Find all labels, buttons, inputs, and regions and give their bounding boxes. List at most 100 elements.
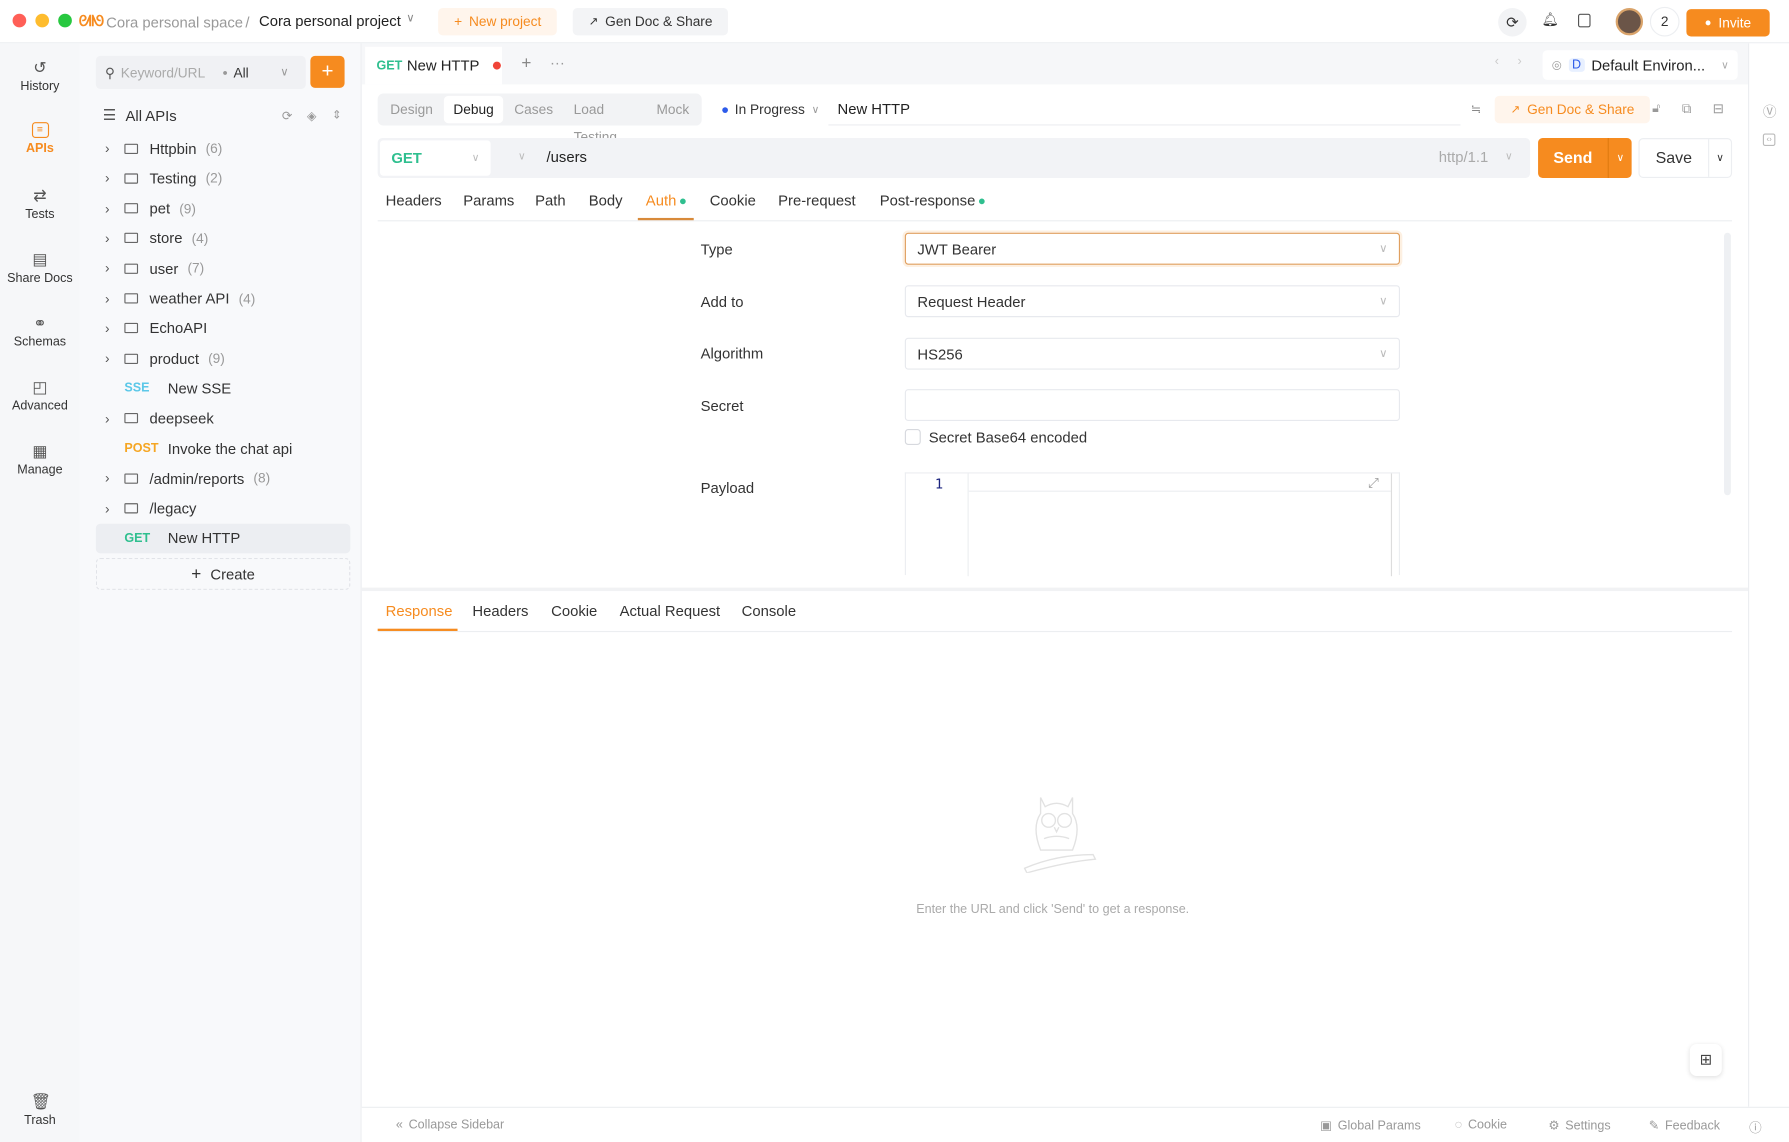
search-input[interactable]: ⚲ Keyword/URL ● All ∨ [95,55,306,89]
chevron-right-icon[interactable]: › [96,170,119,186]
tree-folder[interactable]: › EchoAPI [96,314,350,344]
request-tab-params[interactable]: Params [463,192,514,209]
filter-select[interactable]: All [233,64,274,80]
all-apis-row[interactable]: ☰ All APIs ⟳ ◈ ⇕ [96,100,350,130]
request-tab-headers[interactable]: Headers [386,192,442,209]
settings-button[interactable]: ⚙︎ Settings [1548,1118,1610,1133]
tree-folder[interactable]: › /legacy [96,494,350,524]
add-to-select[interactable]: Request Header ∨ [904,285,1401,318]
chevron-right-icon[interactable]: › [96,500,119,516]
send-button[interactable]: Send [1538,138,1608,178]
request-name-input[interactable]: New HTTP [828,94,1461,126]
add-api-button[interactable]: + [310,55,345,88]
chevron-right-icon[interactable]: › [96,470,119,486]
help-icon[interactable]: ⓘ [1749,1118,1762,1136]
layout-toggle-icon[interactable]: ⊞ [1689,1044,1722,1076]
payload-editor[interactable]: 1 ⤢ [904,472,1401,577]
mode-tab-mock[interactable]: Mock [647,96,698,123]
nav-advanced[interactable]: ◰ Advanced [0,378,80,413]
cookie-button[interactable]: ◌ Cookie [1455,1118,1507,1132]
expand-icon[interactable]: ⤢ [1368,475,1379,492]
tab-prev-icon[interactable]: ‹ [1495,55,1499,69]
response-tab-headers[interactable]: Headers [472,602,528,619]
chevron-right-icon[interactable]: › [96,350,119,366]
avatar[interactable] [1615,7,1644,36]
nav-history[interactable]: ↺ History [0,58,80,93]
new-project-button[interactable]: + New project [438,7,558,36]
environment-select[interactable]: ◎ D Default Environ... ∨ [1542,50,1738,80]
code-icon[interactable]: ‹› [1762,133,1776,147]
tab-new-http[interactable]: GET New HTTP [365,46,503,85]
chevron-right-icon[interactable]: › [96,410,119,426]
format-icon[interactable]: ≒ [1471,102,1482,117]
mode-tab-design[interactable]: Design [381,96,442,123]
lock-icon[interactable]: 🔓︎ [1652,102,1660,117]
gen-doc-share-button-2[interactable]: ↗ Gen Doc & Share [1494,95,1651,124]
url-prefix-chevron-icon[interactable]: ∨ [518,151,526,164]
secret-input[interactable] [904,389,1401,422]
tree-request[interactable]: GET New HTTP [95,523,351,554]
nav-manage[interactable]: ▦ Manage [0,442,80,477]
tree-folder[interactable]: › /admin/reports (8) [96,464,350,494]
method-select[interactable]: GET ∨ [379,140,491,176]
chevron-right-icon[interactable]: › [96,320,119,336]
request-tab-pre-request[interactable]: Pre-request [778,192,855,209]
splitter-handle[interactable] [361,587,1749,592]
algorithm-select[interactable]: HS256 ∨ [904,337,1401,370]
tree-folder[interactable]: › user (7) [96,254,350,284]
bell-icon[interactable]: 🔔︎ [1541,11,1558,27]
version-icon[interactable]: Ⓥ [1763,102,1777,121]
notes-icon[interactable] [1578,13,1591,28]
auth-type-select[interactable]: JWT Bearer ∨ [904,232,1401,265]
form-scrollbar[interactable] [1724,232,1731,496]
nav-schemas[interactable]: ⚭ Schemas [0,314,80,349]
tree-folder[interactable]: › Httpbin (6) [96,133,350,163]
add-tab-icon[interactable]: + [521,54,531,73]
tree-folder[interactable]: › pet (9) [96,194,350,224]
chevron-right-icon[interactable]: › [96,260,119,276]
response-tab-actual-request[interactable]: Actual Request [620,602,721,619]
mode-tab-debug[interactable]: Debug [444,95,503,124]
url-input[interactable]: /users [547,148,587,165]
copy-icon[interactable]: ⧉ [1682,100,1692,117]
tree-folder[interactable]: › product (9) [96,344,350,374]
maximize-window-button[interactable] [58,13,72,28]
expand-collapse-icon[interactable]: ⇕ [332,109,350,122]
global-params-button[interactable]: ▣ Global Params [1320,1118,1421,1133]
mode-tab-cases[interactable]: Cases [505,96,562,123]
base64-checkbox[interactable] [904,429,921,445]
create-button[interactable]: + Create [95,557,351,590]
save-options-icon[interactable]: ∨ [1708,139,1731,177]
close-window-button[interactable] [12,13,27,28]
request-tab-auth[interactable]: Auth [646,192,686,209]
request-tab-cookie[interactable]: Cookie [710,192,756,209]
chevron-right-icon[interactable]: › [96,140,119,156]
response-tab-response[interactable]: Response [386,602,453,619]
sync-icon[interactable]: ⟳ [1498,7,1527,37]
request-tab-post-response[interactable]: Post-response [880,192,985,209]
status-select[interactable]: In Progress ∨ [722,102,819,118]
project-name[interactable]: Cora personal project [259,13,401,30]
nav-share-docs[interactable]: ▤ Share Docs [0,250,80,285]
collapse-sidebar-button[interactable]: « Collapse Sidebar [396,1118,504,1132]
more-icon[interactable]: ··· [550,54,565,71]
response-tab-console[interactable]: Console [742,602,796,619]
request-tab-body[interactable]: Body [589,192,623,209]
chevron-right-icon[interactable]: › [96,230,119,246]
tree-folder[interactable]: › store (4) [96,224,350,254]
chevron-right-icon[interactable]: › [96,200,119,216]
send-options-icon[interactable]: ∨ [1607,138,1632,178]
editor-scrollbar[interactable] [1390,473,1393,577]
response-tab-cookie[interactable]: Cookie [551,602,597,619]
save-button[interactable]: Save [1640,139,1708,177]
nav-tests[interactable]: ⇄ Tests [0,186,80,221]
refresh-icon[interactable]: ⟳ [282,108,307,123]
chevron-down-icon[interactable]: ∨ [406,13,414,26]
feedback-button[interactable]: ✎ Feedback [1649,1118,1720,1133]
mode-tab-load-testing[interactable]: Load Testing [565,96,646,145]
locate-icon[interactable]: ◈ [307,108,332,123]
tree-folder[interactable]: › Testing (2) [96,164,350,194]
tree-request[interactable]: POST Invoke the chat api [96,434,350,464]
chevron-right-icon[interactable]: › [96,290,119,306]
gen-doc-share-button[interactable]: ↗ Gen Doc & Share [572,7,729,36]
